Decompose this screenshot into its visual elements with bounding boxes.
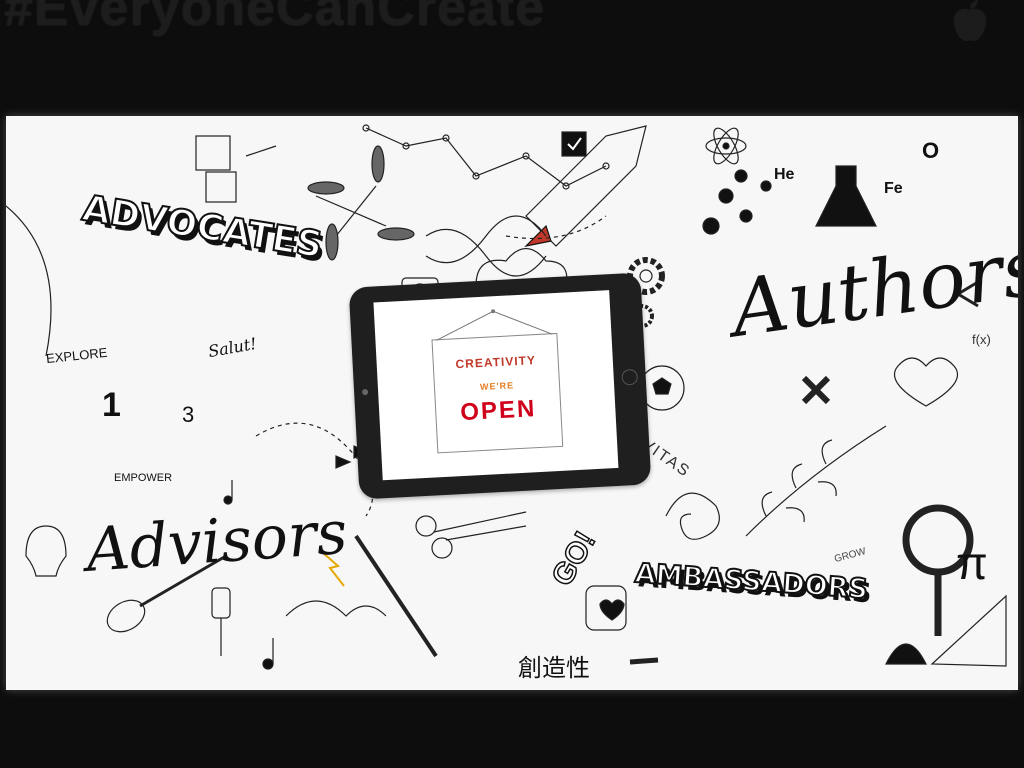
- bird-icon: [285, 600, 387, 617]
- scissors-icon: [415, 511, 527, 559]
- number-three-text: 3: [182, 402, 195, 427]
- atom-icon: [705, 127, 747, 165]
- function-text: f(x): [972, 332, 991, 347]
- robot-icon: [195, 135, 277, 203]
- checkbox-icon: [561, 131, 587, 157]
- oxygen-element-label: O: [922, 138, 940, 163]
- sign-line-creativity: CREATIVITY: [455, 353, 537, 372]
- planet-icon: [6, 205, 52, 357]
- multiply-sign-icon: [801, 375, 831, 405]
- iron-element-label: Fe: [884, 180, 903, 197]
- pencil-icon: [354, 534, 438, 658]
- apple-logo-icon: [953, 0, 987, 42]
- set-square-icon: [930, 594, 1007, 667]
- mural-screen: ADVOCATES Authors Advisors AMBASSADORS S…: [6, 116, 1018, 690]
- pi-symbol-text: π: [956, 537, 988, 589]
- number-one-text: 1: [102, 386, 121, 424]
- microphone-icon: [211, 587, 231, 656]
- heart-icon: [893, 357, 959, 407]
- flask-icon: [815, 165, 877, 227]
- ipad-home-button: [621, 368, 639, 386]
- ipad-camera: [361, 388, 369, 396]
- play-icon: [335, 455, 352, 469]
- sign-string-icon: [436, 309, 553, 341]
- drone-icon: [307, 145, 415, 261]
- scallop-shell-icon: [885, 643, 927, 665]
- sign-line-were: WE'RE: [479, 380, 515, 393]
- lightbulb-icon: [25, 525, 67, 577]
- molecule-icon: [702, 169, 772, 235]
- open-sign: CREATIVITY WE'RE OPEN: [431, 309, 564, 454]
- leaf-branch-icon: [745, 425, 887, 537]
- ipad-device: CREATIVITY WE'RE OPEN: [348, 272, 652, 500]
- shell-icon: [665, 492, 720, 540]
- ipad-screen: CREATIVITY WE'RE OPEN: [373, 290, 619, 481]
- sign-line-open: OPEN: [459, 395, 537, 427]
- creativity-cjk-text: 創造性: [518, 654, 590, 682]
- hashtag-banner: #EveryoneCanCreate: [4, 0, 546, 37]
- helium-element-label: He: [774, 166, 795, 183]
- empower-text: EMPOWER: [114, 472, 173, 484]
- minus-sign-icon: [629, 657, 659, 665]
